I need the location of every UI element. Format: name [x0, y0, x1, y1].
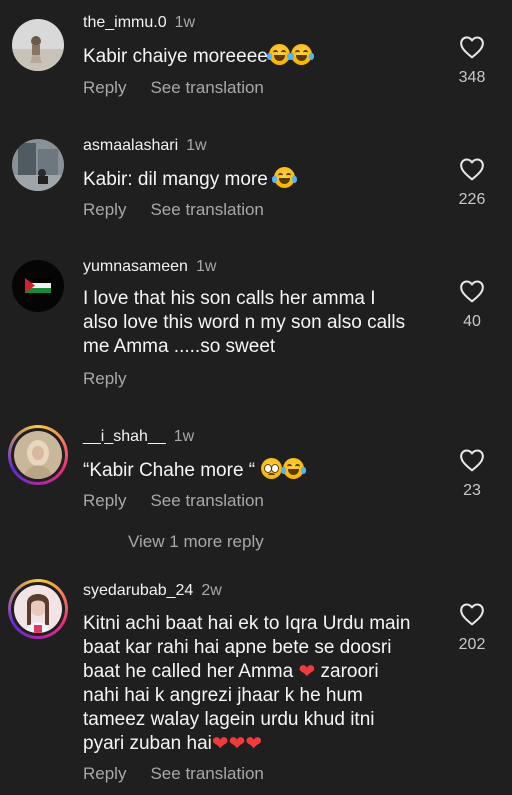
reply-button[interactable]: Reply [83, 200, 126, 220]
heart-outline-icon[interactable] [459, 35, 485, 59]
like-button[interactable]: 40 [448, 279, 496, 331]
timestamp: 1w [173, 428, 195, 445]
timestamp: 1w [174, 14, 196, 31]
comment-header: __i_shah__ 1w [83, 428, 194, 446]
reply-button[interactable]: Reply [83, 764, 126, 784]
comment-actions: Reply See translation [83, 764, 264, 784]
comment-header: asmaalashari 1w [83, 137, 207, 155]
reply-button[interactable]: Reply [83, 491, 126, 511]
username[interactable]: syedarubab_24 [83, 582, 193, 599]
timestamp: 1w [186, 137, 207, 154]
like-count: 348 [458, 69, 486, 86]
like-button[interactable]: 23 [448, 448, 496, 500]
avatar[interactable] [8, 425, 68, 485]
timestamp: 2w [201, 582, 222, 599]
username[interactable]: the_immu.0 [83, 14, 167, 31]
avatar[interactable] [12, 139, 64, 191]
like-count: 40 [463, 313, 481, 330]
joy-emoji-icon [266, 44, 292, 65]
comment-actions: Reply See translation [83, 491, 264, 511]
like-count: 202 [458, 636, 486, 653]
timestamp: 1w [195, 258, 217, 275]
comment-text: Kitni achi baat hai ek to Iqra Urdu main… [83, 613, 411, 755]
like-button[interactable]: 226 [448, 157, 496, 209]
see-translation-button[interactable]: See translation [150, 200, 263, 220]
comment-text: I love that his son calls her amma I als… [83, 288, 406, 357]
red-heart-emoji-icon: ❤ [298, 659, 316, 683]
comment-header: yumnasameen 1w [83, 258, 216, 276]
avatar[interactable] [12, 19, 64, 71]
see-translation-button[interactable]: See translation [150, 78, 263, 98]
joy-emoji-icon [288, 44, 314, 65]
heart-outline-icon[interactable] [459, 602, 485, 626]
heart-outline-icon[interactable] [459, 157, 485, 181]
like-count: 23 [463, 482, 481, 499]
comment-text: Kabir: dil mangy more [83, 167, 439, 192]
comment-actions: Reply [83, 369, 126, 389]
username[interactable]: yumnasameen [83, 258, 188, 275]
pleading-emoji-icon [261, 458, 283, 479]
heart-outline-icon[interactable] [459, 279, 485, 303]
avatar[interactable] [12, 260, 64, 312]
joy-emoji-icon [272, 167, 298, 188]
comment-actions: Reply See translation [83, 200, 264, 220]
see-translation-button[interactable]: See translation [150, 764, 263, 784]
like-button[interactable]: 202 [448, 602, 496, 654]
see-translation-button[interactable]: See translation [150, 491, 263, 511]
comment-text: “Kabir Chahe more “ [83, 458, 439, 483]
red-heart-emoji-icon: ❤ [228, 731, 246, 755]
comment-header: syedarubab_24 2w [83, 582, 222, 600]
view-more-replies-button[interactable]: View 1 more reply [128, 532, 264, 552]
avatar[interactable] [8, 579, 68, 639]
reply-button[interactable]: Reply [83, 78, 126, 98]
comment-header: the_immu.0 1w [83, 14, 195, 32]
comment-text: Kabir chaiye moreeee [83, 44, 439, 69]
red-heart-emoji-icon: ❤ [245, 731, 263, 755]
username[interactable]: asmaalashari [83, 137, 178, 154]
username[interactable]: __i_shah__ [83, 428, 166, 445]
comment-actions: Reply See translation [83, 78, 264, 98]
red-heart-emoji-icon: ❤ [211, 731, 229, 755]
like-button[interactable]: 348 [448, 35, 496, 87]
joy-emoji-icon [281, 458, 307, 479]
heart-outline-icon[interactable] [459, 448, 485, 472]
like-count: 226 [458, 191, 486, 208]
reply-button[interactable]: Reply [83, 369, 126, 389]
